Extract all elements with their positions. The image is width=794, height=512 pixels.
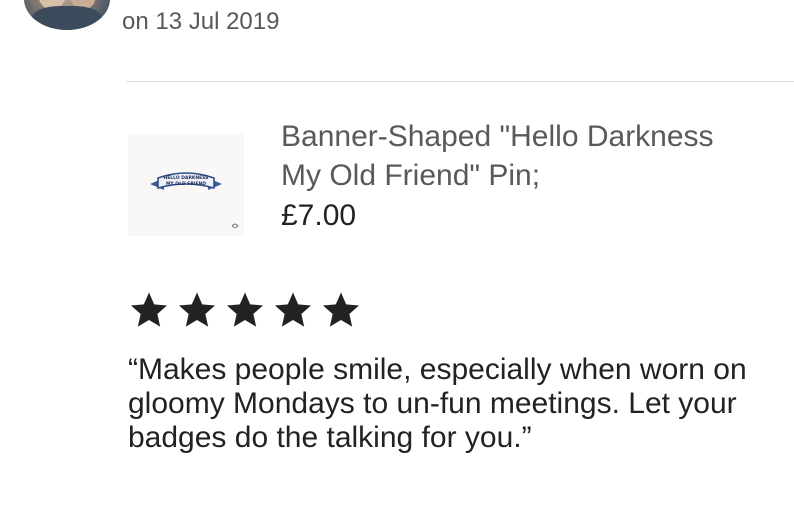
banner-pin-text-1: HELLO DARKNESS [163,175,208,181]
review-text: “Makes people smile, especially when wor… [128,353,747,454]
product-price: £7.00 [281,199,357,232]
star-icon [275,292,311,327]
banner-pin-image: HELLO DARKNESS MY OLD FRIEND [150,172,239,228]
reviewer-avatar[interactable] [24,0,110,30]
star-rating [128,290,362,330]
divider [126,81,794,82]
star-icon [227,292,263,327]
star-icon [131,292,167,327]
avatar-body [32,6,102,30]
star-icon [179,292,215,327]
banner-pin-text-2: MY OLD FRIEND [166,181,206,187]
product-thumbnail[interactable]: HELLO DARKNESS MY OLD FRIEND [128,134,244,236]
product-title[interactable]: Banner-Shaped "Hello Darkness My Old Fri… [281,117,761,195]
star-icon [323,292,359,327]
review-date: on 13 Jul 2019 [122,8,280,35]
